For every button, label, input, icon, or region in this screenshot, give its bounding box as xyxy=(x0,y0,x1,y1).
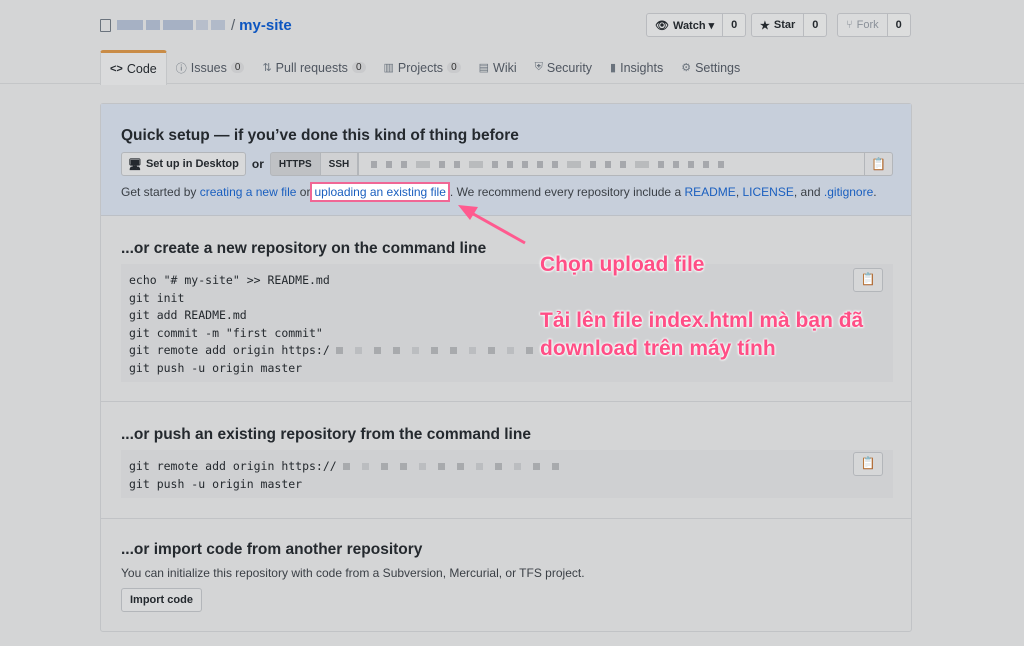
owner-name-redacted[interactable] xyxy=(117,20,225,30)
tab-label: Issues xyxy=(190,60,227,75)
watch-label: Watch ▾ xyxy=(672,19,715,32)
setup-desktop-button[interactable]: 🖥 Set up in Desktop xyxy=(121,152,246,176)
watch-count[interactable]: 0 xyxy=(723,13,747,37)
fork-action: ⑂ Fork 0 xyxy=(837,13,911,37)
tab-settings[interactable]: ⚙ Settings xyxy=(672,50,749,85)
import-title: ...or import code from another repositor… xyxy=(121,541,423,558)
project-icon: ▥ xyxy=(383,62,394,74)
clone-url-input[interactable] xyxy=(358,152,865,176)
push-existing-section: ...or push an existing repository from t… xyxy=(101,402,911,519)
tab-label: Security xyxy=(546,60,593,75)
fork-icon: ⑂ xyxy=(846,19,853,31)
tab-counter: 0 xyxy=(447,62,461,73)
clipboard-icon: 📋 xyxy=(871,157,886,171)
gear-icon: ⚙ xyxy=(681,62,692,74)
period: . xyxy=(873,185,877,199)
code-line: git init xyxy=(129,290,185,305)
recommend-text: . We recommend every repository include … xyxy=(449,185,682,199)
code-line: echo "# my-site" >> README.md xyxy=(129,273,330,287)
issue-icon: ⓘ xyxy=(175,62,187,75)
tab-counter: 0 xyxy=(351,62,366,73)
copy-commands-button[interactable]: 📋 xyxy=(853,268,883,292)
code-icon: <> xyxy=(110,63,123,75)
code-line: git push -u origin master xyxy=(129,360,303,375)
quick-setup-section: Quick setup — if you’ve done this kind o… xyxy=(101,104,911,216)
push-existing-title: ...or push an existing repository from t… xyxy=(121,426,531,443)
eye-icon: 👁 xyxy=(655,19,669,32)
star-action: ★ Star 0 xyxy=(751,13,828,37)
tab-issues[interactable]: ⓘ Issues 0 xyxy=(167,50,254,85)
code-line-text: git remote add origin https:/ xyxy=(129,343,330,357)
repo-icon xyxy=(100,18,111,32)
empty-repo-setup-box: Quick setup — if you’ve done this kind o… xyxy=(100,103,912,632)
new-repo-title: ...or create a new repository on the com… xyxy=(121,240,487,257)
import-description: You can initialize this repository with … xyxy=(121,566,585,580)
protocol-switch: HTTPS SSH xyxy=(269,152,359,176)
push-existing-code-block[interactable]: git remote add origin https:// git push … xyxy=(121,450,893,498)
star-count[interactable]: 0 xyxy=(804,13,828,37)
repo-header: / my-site 👁 Watch ▾ 0 ★ Star 0 ⑂ Fork 0 <> C… xyxy=(0,0,1024,85)
code-line-remote: git remote add origin https:// xyxy=(129,458,885,476)
gitignore-link[interactable]: .gitignore xyxy=(824,185,873,199)
path-separator: / xyxy=(231,16,236,34)
fork-count[interactable]: 0 xyxy=(887,13,911,37)
https-button[interactable]: HTTPS xyxy=(269,152,321,176)
tab-pull-requests[interactable]: ⇅ Pull requests 0 xyxy=(253,50,374,85)
repo-name-link[interactable]: my-site xyxy=(239,17,292,34)
pull-request-icon: ⇅ xyxy=(262,62,272,74)
tab-counter: 0 xyxy=(230,62,245,73)
shield-icon: ⛨ xyxy=(534,61,543,73)
and-text: , and xyxy=(793,185,821,199)
repo-title: / my-site xyxy=(100,15,292,35)
readme-link[interactable]: README xyxy=(684,185,735,199)
comma: , xyxy=(735,185,740,199)
graph-icon: ▮ xyxy=(610,62,617,74)
upload-existing-file-link[interactable]: uploading an existing file xyxy=(310,182,450,202)
tab-security[interactable]: ⛨ Security xyxy=(526,50,601,85)
quick-setup-title: Quick setup — if you’ve done this kind o… xyxy=(121,127,519,144)
get-started-text: Get started by creating a new file or upl… xyxy=(121,182,877,202)
fork-button[interactable]: ⑂ Fork xyxy=(837,13,888,37)
import-code-button[interactable]: Import code xyxy=(121,588,202,612)
license-link[interactable]: LICENSE xyxy=(743,185,794,199)
tab-label: Code xyxy=(126,62,157,76)
redacted-url xyxy=(342,463,559,471)
annotation-line-2: Tải lên file index.html mà bạn đã xyxy=(540,309,864,332)
tab-label: Pull requests xyxy=(275,60,348,75)
copy-url-button[interactable]: 📋 xyxy=(865,152,893,176)
repo-nav-tabs: <> Code ⓘ Issues 0 ⇅ Pull requests 0 ▥ Project… xyxy=(100,50,749,85)
or-word: or xyxy=(299,185,311,199)
watch-button[interactable]: 👁 Watch ▾ xyxy=(646,13,724,37)
star-icon: ★ xyxy=(760,19,770,32)
desktop-icon: 🖥 xyxy=(128,158,142,171)
tab-wiki[interactable]: ▤ Wiki xyxy=(470,50,526,85)
code-line: git push -u origin master xyxy=(129,476,303,491)
tab-code[interactable]: <> Code xyxy=(100,50,167,85)
book-icon: ▤ xyxy=(478,62,490,74)
star-button[interactable]: ★ Star xyxy=(751,13,805,37)
redacted-url xyxy=(335,347,533,355)
tab-label: Projects xyxy=(397,60,444,75)
clone-url-row: 🖥 Set up in Desktop or HTTPS SSH 📋 xyxy=(121,152,893,176)
tab-label: Insights xyxy=(620,60,664,75)
annotation-line-3: download trên máy tính xyxy=(540,337,776,360)
get-started-prefix: Get started by xyxy=(121,185,197,199)
clipboard-icon: 📋 xyxy=(860,272,876,287)
clipboard-icon: 📋 xyxy=(860,456,876,471)
watch-action: 👁 Watch ▾ 0 xyxy=(646,13,747,37)
code-line-text: git remote add origin https:// xyxy=(129,459,337,473)
create-new-file-link[interactable]: creating a new file xyxy=(200,185,297,199)
or-label: or xyxy=(251,157,264,171)
copy-commands-button[interactable]: 📋 xyxy=(853,452,883,476)
annotation-line-1: Chọn upload file xyxy=(540,253,705,276)
desktop-button-label: Set up in Desktop xyxy=(145,158,239,170)
tab-insights[interactable]: ▮ Insights xyxy=(601,50,672,85)
tab-label: Settings xyxy=(695,60,741,75)
tab-label: Wiki xyxy=(493,60,517,75)
fork-label: Fork xyxy=(856,19,879,31)
star-label: Star xyxy=(773,19,796,31)
tab-projects[interactable]: ▥ Projects 0 xyxy=(375,50,470,85)
ssh-button[interactable]: SSH xyxy=(320,152,359,176)
